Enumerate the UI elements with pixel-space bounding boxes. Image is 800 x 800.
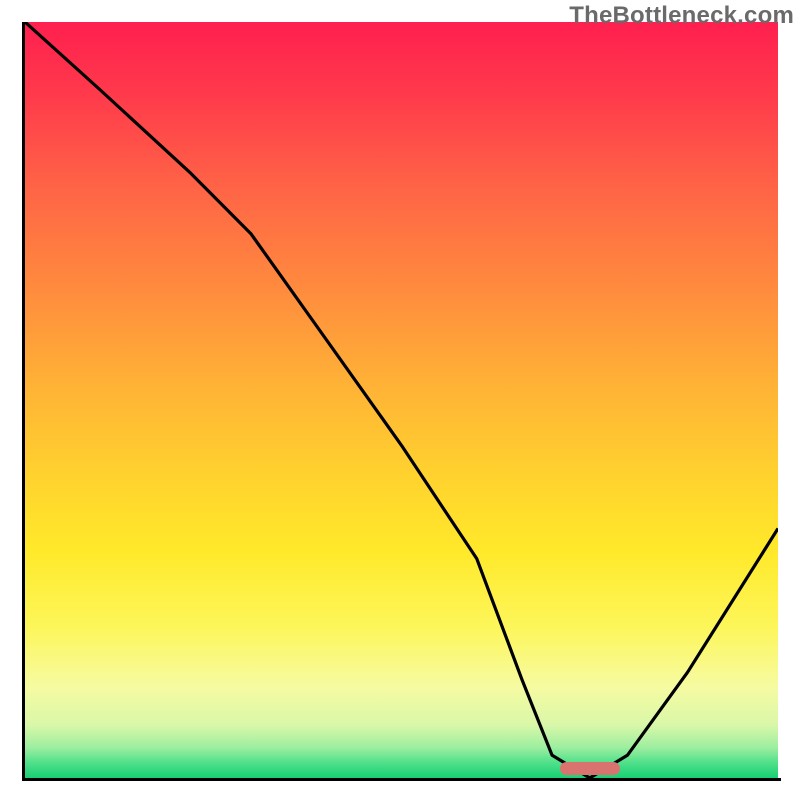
bottleneck-curve [25, 22, 778, 778]
watermark-text: TheBottleneck.com [569, 2, 794, 30]
chart-container: TheBottleneck.com [0, 0, 800, 800]
plot-area [25, 22, 778, 778]
optimum-marker [560, 762, 620, 775]
